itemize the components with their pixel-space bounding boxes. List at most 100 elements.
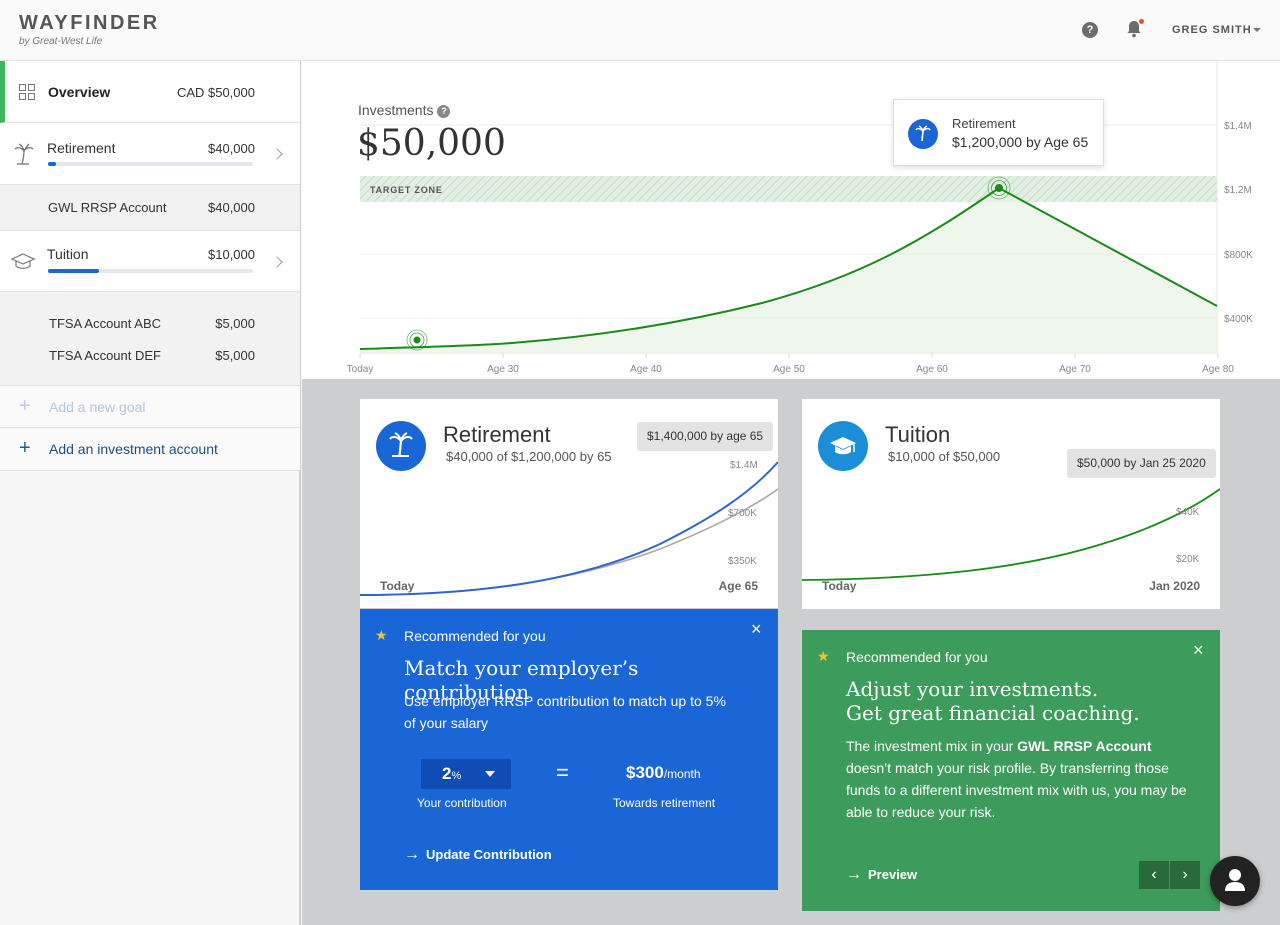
logo[interactable]: WAYFINDER by Great-West Life xyxy=(19,12,160,47)
progress-bar xyxy=(48,269,253,273)
contribution-select[interactable]: 2% xyxy=(421,759,511,789)
x-tick-label: Age 30 xyxy=(487,364,519,375)
y-tick-label: $400K xyxy=(1224,314,1253,325)
chevron-left-icon: ‹ xyxy=(1151,866,1157,883)
progress-fill xyxy=(48,162,57,166)
sidebar-subitem-group-tfsa: TFSA Account ABC $5,000 TFSA Account DEF… xyxy=(0,292,300,385)
tooltip-value: $1,200,000 by Age 65 xyxy=(952,134,1089,150)
graduation-cap-icon xyxy=(11,253,35,269)
progress-fill xyxy=(48,269,100,273)
next-button[interactable]: › xyxy=(1170,861,1200,889)
recommendation-title: Adjust your investments. Get great financ… xyxy=(846,677,1140,725)
previous-button[interactable]: ‹ xyxy=(1139,861,1169,889)
x-tick-label: Age 70 xyxy=(1059,364,1091,375)
target-zone-band xyxy=(360,176,1217,202)
sidebar-item-retirement[interactable]: Retirement $40,000 xyxy=(0,123,300,185)
add-account-button[interactable]: + Add an investment account xyxy=(0,428,300,471)
projection-line xyxy=(802,488,1220,581)
help-icon[interactable]: ? xyxy=(1082,22,1098,38)
sidebar: Overview CAD $50,000 Retirement $40,000 … xyxy=(0,61,301,925)
target-zone-label: TARGET ZONE xyxy=(370,185,443,195)
chevron-down-icon xyxy=(485,771,495,777)
close-icon[interactable]: × xyxy=(751,619,762,640)
account-amount: $5,000 xyxy=(215,348,255,363)
x-tick-label: Age 50 xyxy=(773,364,805,375)
goal-target-pill: $1,400,000 by age 65 xyxy=(637,422,774,451)
grid-icon xyxy=(19,84,35,100)
palm-tree-icon xyxy=(14,143,34,165)
plus-icon: + xyxy=(19,437,31,459)
chevron-right-icon xyxy=(271,148,283,160)
account-label: TFSA Account DEF xyxy=(49,348,161,363)
projection-area xyxy=(360,188,1217,353)
y-tick: $40K xyxy=(1176,507,1200,518)
y-tick-label: $800K xyxy=(1224,250,1253,261)
retirement-card[interactable]: Retirement $40,000 of $1,200,000 by 65 $… xyxy=(360,399,778,608)
sidebar-item-tuition[interactable]: Tuition $10,000 xyxy=(0,230,300,292)
x-end-label: Age 65 xyxy=(718,579,758,593)
tuition-card[interactable]: Tuition $10,000 of $50,000 $50,000 by Ja… xyxy=(802,399,1220,609)
palm-tree-icon xyxy=(908,119,938,149)
recommendation-body: Use employer RRSP contribution to match … xyxy=(404,693,726,731)
account-label: TFSA Account ABC xyxy=(49,316,161,331)
sidebar-item-overview[interactable]: Overview CAD $50,000 xyxy=(0,61,300,123)
account-name: GWL RRSP Account xyxy=(1017,738,1152,754)
result-value: $300/month xyxy=(626,763,701,782)
star-icon: ★ xyxy=(375,627,388,643)
update-contribution-button[interactable]: → Update Contribution xyxy=(404,846,552,864)
account-amount: $40,000 xyxy=(208,200,255,215)
add-goal-button[interactable]: + Add a new goal xyxy=(0,385,300,428)
y-tick: $350K xyxy=(728,556,757,567)
investments-overview: TARGET ZONE $1.4M $1.2M $800K $400K Today Ag… xyxy=(302,61,1280,379)
chevron-right-icon xyxy=(271,256,283,268)
baseline-line xyxy=(360,488,778,596)
investments-label: Investments? xyxy=(358,102,451,118)
contribution-value: 2% xyxy=(442,764,462,783)
y-tick: $20K xyxy=(1176,554,1200,565)
y-tick: $700K xyxy=(728,508,757,519)
account-amount: $5,000 xyxy=(215,316,255,331)
recommendation-body: The investment mix in your GWL RRSP Acco… xyxy=(846,738,1187,820)
goal-cards-area: Retirement $40,000 of $1,200,000 by 65 $… xyxy=(302,379,1280,925)
close-icon[interactable]: × xyxy=(1193,640,1204,661)
arrow-right-icon: → xyxy=(846,866,862,883)
contribution-label: Your contribution xyxy=(417,796,507,810)
account-label: GWL RRSP Account xyxy=(48,200,167,215)
preview-button[interactable]: → Preview xyxy=(846,866,917,884)
x-tick-label: Today xyxy=(347,364,374,375)
sidebar-item-amount: $40,000 xyxy=(208,141,255,156)
result-label: Towards retirement xyxy=(613,796,716,810)
person-icon xyxy=(1225,869,1245,891)
help-icon[interactable]: ? xyxy=(437,105,451,118)
chevron-down-icon[interactable] xyxy=(1253,28,1261,32)
logo-subtitle: by Great-West Life xyxy=(19,36,103,47)
add-account-label: Add an investment account xyxy=(49,441,218,457)
goal-marker xyxy=(987,176,1011,200)
user-menu[interactable]: GREG SMITH xyxy=(1172,24,1252,36)
x-start-label: Today xyxy=(822,579,857,593)
recommendation-card-investments: ★ Recommended for you × Adjust your inve… xyxy=(802,630,1220,911)
advisor-chat-button[interactable] xyxy=(1210,856,1260,906)
arrow-right-icon: → xyxy=(404,846,420,863)
plus-icon: + xyxy=(19,395,31,417)
x-tick-label: Age 80 xyxy=(1202,364,1234,375)
sidebar-item-amount: $10,000 xyxy=(208,247,255,262)
recommendation-header: Recommended for you xyxy=(846,649,988,665)
sidebar-item-label: Tuition xyxy=(47,246,89,262)
sidebar-subitem-gwl-rrsp[interactable]: GWL RRSP Account $40,000 xyxy=(0,185,300,230)
sidebar-item-label: Overview xyxy=(48,84,111,100)
chevron-right-icon: › xyxy=(1182,866,1188,883)
tuition-mini-chart xyxy=(802,488,1220,581)
x-end-label: Jan 2020 xyxy=(1149,579,1200,593)
progress-bar xyxy=(48,162,253,166)
sidebar-item-amount: CAD $50,000 xyxy=(176,85,255,100)
sidebar-item-label: Retirement xyxy=(47,140,116,156)
notification-dot xyxy=(1139,19,1144,24)
y-tick: $1.4M xyxy=(730,460,758,471)
goal-tooltip: Retirement $1,200,000 by Age 65 xyxy=(893,99,1104,166)
today-marker xyxy=(406,329,428,351)
bell-icon[interactable] xyxy=(1126,19,1144,38)
x-tick-label: Age 40 xyxy=(630,364,662,375)
add-goal-label: Add a new goal xyxy=(49,399,146,415)
investments-value: $50,000 xyxy=(357,123,506,164)
